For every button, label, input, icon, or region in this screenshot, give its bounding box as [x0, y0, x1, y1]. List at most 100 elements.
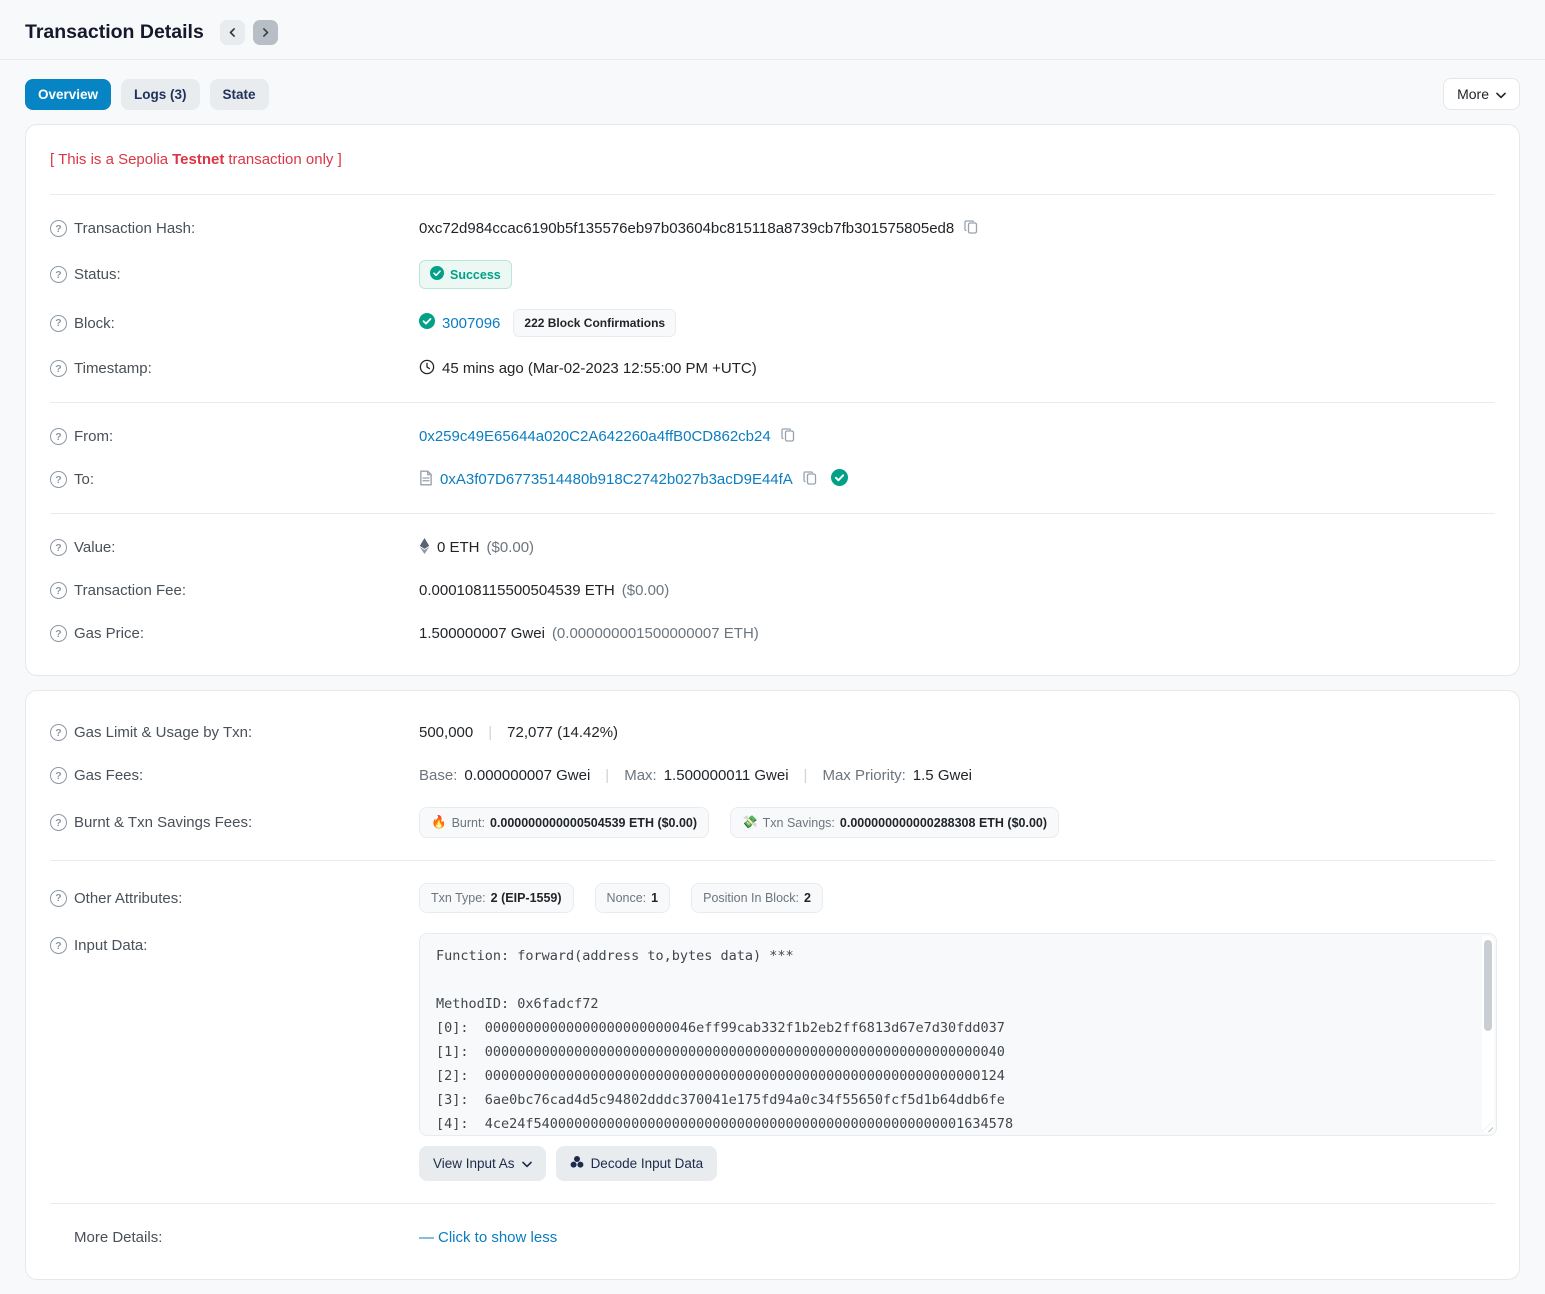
block-number-link[interactable]: 3007096	[442, 315, 500, 332]
nonce-value: 1	[651, 891, 658, 905]
input-data-row: ? Input Data: Function: forward(address …	[50, 923, 1495, 1191]
max-fee-label: Max:	[624, 767, 657, 784]
copy-icon	[963, 219, 979, 238]
view-input-as-button[interactable]: View Input As	[419, 1146, 546, 1181]
nonce-label: Nonce:	[607, 891, 647, 905]
value-label: Value:	[74, 539, 115, 556]
to-address-link[interactable]: 0xA3f07D6773514480b918C2742b027b3acD9E44…	[440, 471, 793, 488]
input-data-text: Function: forward(address to,bytes data)…	[436, 944, 1470, 1136]
input-data-textarea[interactable]: Function: forward(address to,bytes data)…	[419, 933, 1497, 1136]
txn-type-label: Txn Type:	[431, 891, 486, 905]
chevron-left-icon	[228, 28, 237, 37]
divider	[50, 402, 1495, 403]
block-label: Block:	[74, 315, 115, 332]
base-fee-value: 0.000000007 Gwei	[464, 767, 590, 784]
transaction-hash-value: 0xc72d984ccac6190b5f135576eb97b03604bc81…	[419, 220, 954, 237]
contract-file-icon	[419, 470, 433, 490]
max-priority-fee-label: Max Priority:	[822, 767, 905, 784]
copy-icon	[780, 427, 796, 446]
next-transaction-button[interactable]	[253, 20, 278, 45]
block-check-icon	[419, 313, 435, 333]
page-title: Transaction Details	[25, 21, 204, 44]
burnt-savings-row: ? Burnt & Txn Savings Fees: 🔥 Burnt: 0.0…	[50, 797, 1495, 848]
value-usd: ($0.00)	[487, 539, 535, 556]
chevron-down-icon	[1496, 86, 1506, 102]
txn-savings-value: 0.000000000000288308 ETH ($0.00)	[840, 816, 1047, 830]
scrollbar-thumb[interactable]	[1484, 940, 1492, 1031]
help-icon[interactable]: ?	[50, 428, 67, 445]
gas-limit-value: 500,000	[419, 724, 473, 741]
view-input-as-label: View Input As	[433, 1156, 515, 1171]
value-eth: 0 ETH	[437, 539, 480, 556]
from-address-link[interactable]: 0x259c49E65644a020C2A642260a4ffB0CD862cb…	[419, 428, 771, 445]
help-icon[interactable]: ?	[50, 767, 67, 784]
notice-pre: [ This is a Sepolia	[50, 151, 168, 168]
more-dropdown-button[interactable]: More	[1443, 78, 1520, 110]
input-data-label: Input Data:	[74, 937, 147, 954]
money-wings-icon: 💸	[742, 815, 758, 830]
timestamp-value: 45 mins ago (Mar-02-2023 12:55:00 PM +UT…	[442, 360, 757, 377]
txn-savings-badge: 💸 Txn Savings: 0.000000000000288308 ETH …	[730, 807, 1059, 838]
copy-to-address-button[interactable]	[800, 470, 820, 489]
tab-logs[interactable]: Logs (3)	[121, 79, 200, 110]
copy-from-address-button[interactable]	[778, 427, 798, 446]
status-badge: Success	[419, 260, 512, 289]
gas-price-eth: (0.000000001500000007 ETH)	[552, 625, 759, 642]
separator: |	[605, 767, 609, 784]
gas-used-value: 72,077 (14.42%)	[507, 724, 618, 741]
value-row: ? Value: 0 ETH ($0.00)	[50, 526, 1495, 569]
previous-transaction-button[interactable]	[220, 20, 245, 45]
help-icon[interactable]: ?	[50, 814, 67, 831]
burnt-fee-badge: 🔥 Burnt: 0.000000000000504539 ETH ($0.00…	[419, 807, 709, 838]
txn-type-value: 2 (EIP-1559)	[491, 891, 562, 905]
nonce-badge: Nonce: 1	[595, 883, 671, 913]
help-icon[interactable]: ?	[50, 315, 67, 332]
from-row: ? From: 0x259c49E65644a020C2A642260a4ffB…	[50, 415, 1495, 458]
help-icon[interactable]: ?	[50, 724, 67, 741]
chevron-right-icon	[261, 28, 270, 37]
tab-state[interactable]: State	[210, 79, 269, 110]
help-icon[interactable]: ?	[50, 471, 67, 488]
notice-highlight: Testnet	[172, 151, 224, 168]
help-icon[interactable]: ?	[50, 937, 67, 954]
help-icon[interactable]: ?	[50, 890, 67, 907]
decode-input-data-button[interactable]: Decode Input Data	[556, 1146, 718, 1181]
separator: |	[488, 724, 492, 741]
base-fee-label: Base:	[419, 767, 457, 784]
position-in-block-value: 2	[804, 891, 811, 905]
tabs-row: Overview Logs (3) State More	[25, 60, 1520, 124]
testnet-notice: [ This is a SepoliaTestnettransaction on…	[50, 145, 1495, 182]
gas-limit-usage-label: Gas Limit & Usage by Txn:	[74, 724, 252, 741]
from-label: From:	[74, 428, 113, 445]
gas-fees-label: Gas Fees:	[74, 767, 143, 784]
help-icon[interactable]: ?	[50, 582, 67, 599]
fire-icon: 🔥	[431, 815, 447, 830]
help-icon[interactable]: ?	[50, 539, 67, 556]
input-data-scrollbar[interactable]	[1482, 936, 1494, 1133]
to-row: ? To: 0xA3f07D6773514480b918C2742b027b3a…	[50, 458, 1495, 501]
timestamp-label: Timestamp:	[74, 360, 152, 377]
transaction-hash-label: Transaction Hash:	[74, 220, 195, 237]
to-label: To:	[74, 471, 94, 488]
more-details-row: More Details: — Click to show less	[50, 1216, 1495, 1259]
divider	[50, 860, 1495, 861]
divider	[50, 1203, 1495, 1204]
help-icon[interactable]: ?	[50, 220, 67, 237]
tab-overview[interactable]: Overview	[25, 79, 111, 110]
page-header: Transaction Details	[25, 0, 1520, 59]
help-icon[interactable]: ?	[50, 266, 67, 283]
help-icon[interactable]: ?	[50, 360, 67, 377]
verified-contract-check-icon	[831, 469, 848, 490]
overview-card: [ This is a SepoliaTestnettransaction on…	[25, 124, 1520, 676]
check-circle-icon	[430, 266, 444, 283]
max-priority-fee-value: 1.5 Gwei	[913, 767, 972, 784]
copy-icon	[802, 470, 818, 489]
burnt-label: Burnt:	[452, 816, 485, 830]
transaction-fee-usd: ($0.00)	[622, 582, 670, 599]
gas-price-row: ? Gas Price: 1.500000007 Gwei (0.0000000…	[50, 612, 1495, 655]
notice-post: transaction only ]	[228, 151, 341, 168]
eth-icon	[419, 538, 430, 558]
copy-transaction-hash-button[interactable]	[961, 219, 981, 238]
click-to-show-less-link[interactable]: — Click to show less	[419, 1229, 557, 1246]
help-icon[interactable]: ?	[50, 625, 67, 642]
